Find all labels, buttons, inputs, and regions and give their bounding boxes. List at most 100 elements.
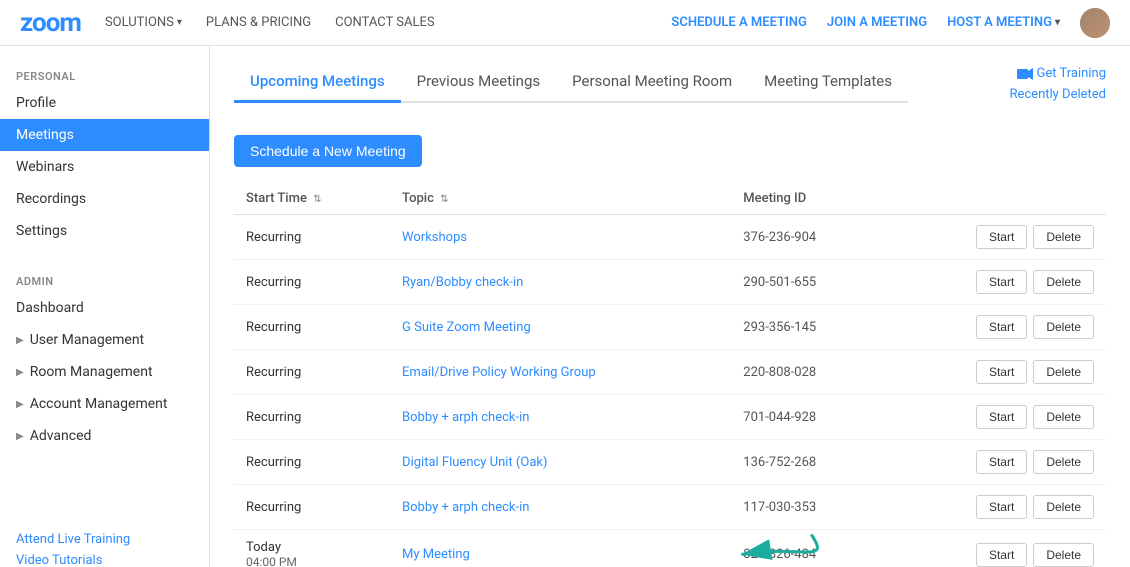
table-row: Recurring Digital Fluency Unit (Oak) 136-7… [234, 440, 1106, 485]
cell-start-time: Recurring [234, 350, 390, 395]
nav-host-meeting[interactable]: HOST A MEETING ▾ [947, 15, 1060, 30]
sidebar-item-settings[interactable]: Settings [0, 215, 209, 247]
cell-meeting-id: 293-356-145 [731, 305, 883, 350]
table-row: Recurring Email/Drive Policy Working Grou… [234, 350, 1106, 395]
nav-plans[interactable]: PLANS & PRICING [206, 15, 311, 30]
topic-link[interactable]: Workshops [402, 230, 467, 245]
cell-actions: StartDelete [883, 440, 1106, 485]
time-primary: Today [246, 540, 378, 555]
cell-meeting-id: 220-808-028 [731, 350, 883, 395]
start-button[interactable]: Start [976, 315, 1027, 339]
topic-link[interactable]: G Suite Zoom Meeting [402, 320, 531, 335]
time-primary: Recurring [246, 275, 378, 290]
cell-meeting-id: 136-752-268 [731, 440, 883, 485]
col-meeting-id: Meeting ID [731, 183, 883, 215]
time-secondary: 04:00 PM [246, 555, 378, 567]
topic-link[interactable]: Ryan/Bobby check-in [402, 275, 523, 290]
time-primary: Recurring [246, 455, 378, 470]
chevron-right-icon: ▶ [16, 335, 24, 346]
nav-schedule-meeting[interactable]: SCHEDULE A MEETING [671, 15, 806, 30]
time-primary: Recurring [246, 230, 378, 245]
delete-button[interactable]: Delete [1033, 543, 1094, 567]
sidebar-item-advanced[interactable]: ▶ Advanced [0, 420, 209, 452]
chevron-right-icon: ▶ [16, 399, 24, 410]
cell-start-time: Recurring [234, 260, 390, 305]
delete-button[interactable]: Delete [1033, 495, 1094, 519]
tab-upcoming-meetings[interactable]: Upcoming Meetings [234, 62, 401, 103]
cell-meeting-id: 823-826-484 [731, 530, 883, 567]
get-training-link[interactable]: Get Training [1017, 66, 1106, 81]
table-row: Recurring Bobby + arph check-in 701-044-92… [234, 395, 1106, 440]
personal-section-label: PERSONAL [0, 62, 209, 87]
delete-button[interactable]: Delete [1033, 450, 1094, 474]
nav-contact-sales[interactable]: CONTACT SALES [335, 15, 434, 30]
start-button[interactable]: Start [976, 543, 1027, 567]
chevron-right-icon: ▶ [16, 367, 24, 378]
col-start-time: Start Time ⇅ [234, 183, 390, 215]
delete-button[interactable]: Delete [1033, 315, 1094, 339]
table-row: Recurring Workshops 376-236-904 StartDelete [234, 215, 1106, 260]
time-primary: Recurring [246, 410, 378, 425]
sidebar-item-room-management[interactable]: ▶ Room Management [0, 356, 209, 388]
recently-deleted-link[interactable]: Recently Deleted [1009, 87, 1106, 102]
chevron-right-icon: ▶ [16, 431, 24, 442]
sidebar-item-account-management[interactable]: ▶ Account Management [0, 388, 209, 420]
nav-right: SCHEDULE A MEETING JOIN A MEETING HOST A… [671, 8, 1110, 38]
zoom-logo: zoom [20, 8, 81, 38]
table-header-row: Start Time ⇅ Topic ⇅ Meeting ID [234, 183, 1106, 215]
schedule-new-meeting-button[interactable]: Schedule a New Meeting [234, 135, 422, 167]
sidebar-item-profile[interactable]: Profile [0, 87, 209, 119]
cell-start-time: Recurring [234, 395, 390, 440]
topic-link[interactable]: Digital Fluency Unit (Oak) [402, 455, 547, 470]
start-button[interactable]: Start [976, 450, 1027, 474]
sidebar-item-dashboard[interactable]: Dashboard [0, 292, 209, 324]
top-navigation: zoom SOLUTIONS ▾ PLANS & PRICING CONTACT… [0, 0, 1130, 46]
meetings-tabs: Upcoming Meetings Previous Meetings Pers… [234, 62, 908, 103]
cell-start-time: Recurring [234, 215, 390, 260]
sidebar-link-live-training[interactable]: Attend Live Training [16, 532, 193, 547]
cell-topic: G Suite Zoom Meeting [390, 305, 731, 350]
cell-meeting-id: 701-044-928 [731, 395, 883, 440]
topic-link[interactable]: Email/Drive Policy Working Group [402, 365, 596, 380]
topic-link[interactable]: Bobby + arph check-in [402, 410, 529, 425]
sidebar-item-recordings[interactable]: Recordings [0, 183, 209, 215]
cell-meeting-id: 290-501-655 [731, 260, 883, 305]
start-button[interactable]: Start [976, 225, 1027, 249]
sidebar-item-webinars[interactable]: Webinars [0, 151, 209, 183]
cell-topic: My Meeting [390, 530, 731, 567]
delete-button[interactable]: Delete [1033, 270, 1094, 294]
tab-personal-meeting-room[interactable]: Personal Meeting Room [556, 62, 748, 103]
host-chevron-icon: ▾ [1055, 17, 1060, 28]
camera-icon [1017, 68, 1033, 80]
tab-previous-meetings[interactable]: Previous Meetings [401, 62, 556, 103]
avatar[interactable] [1080, 8, 1110, 38]
start-button[interactable]: Start [976, 270, 1027, 294]
topic-link[interactable]: My Meeting [402, 547, 470, 562]
meetings-table-wrapper: Start Time ⇅ Topic ⇅ Meeting ID Recurrin… [234, 183, 1106, 567]
delete-button[interactable]: Delete [1033, 405, 1094, 429]
cell-meeting-id: 117-030-353 [731, 485, 883, 530]
start-button[interactable]: Start [976, 405, 1027, 429]
cell-topic: Workshops [390, 215, 731, 260]
sidebar-link-video-tutorials[interactable]: Video Tutorials [16, 553, 193, 567]
admin-section-label: ADMIN [0, 267, 209, 292]
meetings-table: Start Time ⇅ Topic ⇅ Meeting ID Recurrin… [234, 183, 1106, 567]
table-row: RecurringG Suite Zoom Meeting293-356-145… [234, 305, 1106, 350]
delete-button[interactable]: Delete [1033, 360, 1094, 384]
delete-button[interactable]: Delete [1033, 225, 1094, 249]
start-button[interactable]: Start [976, 360, 1027, 384]
cell-meeting-id: 376-236-904 [731, 215, 883, 260]
nav-join-meeting[interactable]: JOIN A MEETING [827, 15, 927, 30]
sidebar: PERSONAL Profile Meetings Webinars Recor… [0, 46, 210, 567]
tab-meeting-templates[interactable]: Meeting Templates [748, 62, 908, 103]
cell-actions: StartDelete [883, 260, 1106, 305]
start-button[interactable]: Start [976, 495, 1027, 519]
sidebar-item-meetings[interactable]: Meetings [0, 119, 209, 151]
nav-solutions[interactable]: SOLUTIONS ▾ [105, 15, 182, 30]
time-primary: Recurring [246, 365, 378, 380]
solutions-chevron-icon: ▾ [177, 17, 182, 28]
sidebar-item-user-management[interactable]: ▶ User Management [0, 324, 209, 356]
table-row: RecurringBobby + arph check-in117-030-35… [234, 485, 1106, 530]
cell-topic: Digital Fluency Unit (Oak) [390, 440, 731, 485]
topic-link[interactable]: Bobby + arph check-in [402, 500, 529, 515]
